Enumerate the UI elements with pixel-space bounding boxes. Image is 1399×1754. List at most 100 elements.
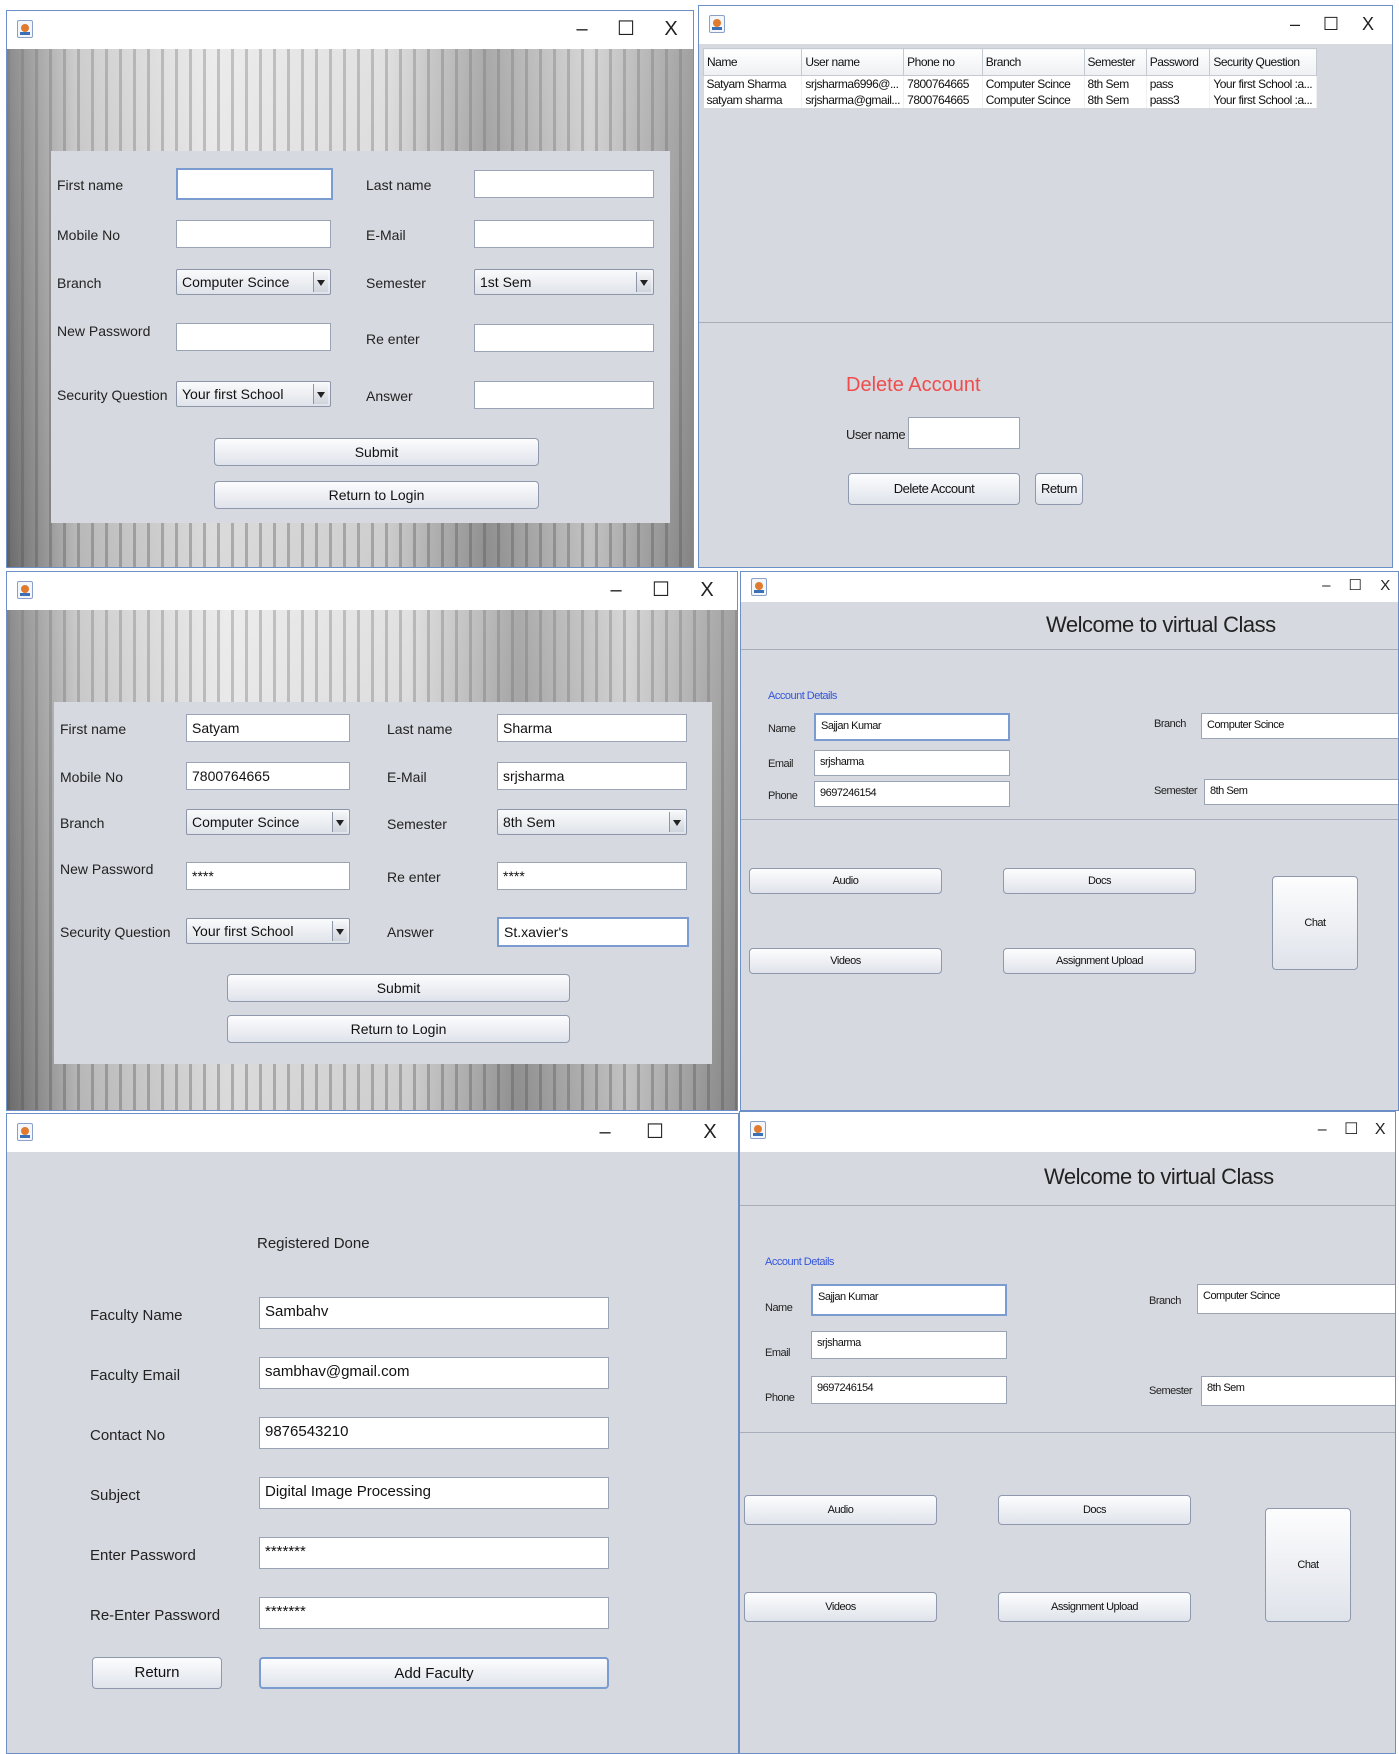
docs-button[interactable]: Docs <box>998 1495 1191 1525</box>
minimize-button[interactable]: – <box>568 17 596 41</box>
table-cell[interactable]: Your first School :a... <box>1209 75 1317 92</box>
last-name-field[interactable]: Sharma <box>497 714 687 742</box>
answer-field[interactable]: St.xavier's <box>497 917 689 947</box>
re-enter-field[interactable] <box>474 324 654 352</box>
semester-dropdown[interactable]: 1st Sem <box>474 269 654 295</box>
first-name-field[interactable] <box>176 168 333 200</box>
subject-field[interactable]: Digital Image Processing <box>259 1477 609 1509</box>
maximize-button[interactable]: ☐ <box>1317 12 1345 36</box>
videos-button[interactable]: Videos <box>749 948 942 974</box>
column-header[interactable]: Password <box>1145 48 1211 76</box>
table-cell[interactable]: pass3 <box>1146 92 1211 108</box>
table-cell[interactable]: satyam sharma <box>703 92 803 108</box>
branch-field[interactable]: Computer Scince <box>1197 1284 1395 1314</box>
admin-accounts-window: – ☐ X Name User name Phone no Branch Semeste… <box>698 5 1393 568</box>
close-button[interactable]: X <box>1354 12 1382 36</box>
close-button[interactable]: X <box>1371 574 1398 598</box>
table-cell[interactable]: Your first School :a... <box>1209 92 1317 108</box>
security-question-dropdown[interactable]: Your first School <box>176 381 331 407</box>
close-button[interactable]: X <box>693 578 721 602</box>
table-cell[interactable]: 8th Sem <box>1084 92 1147 108</box>
mobile-field[interactable] <box>176 220 331 248</box>
table-cell[interactable]: Computer Scince <box>982 92 1085 108</box>
answer-field[interactable] <box>474 381 654 409</box>
table-cell[interactable]: srjsharma@gmail... <box>801 92 905 108</box>
minimize-button[interactable]: – <box>591 1120 619 1144</box>
close-button[interactable]: X <box>696 1120 724 1144</box>
table-cell[interactable]: srjsharma6996@... <box>801 75 905 92</box>
security-question-dropdown[interactable]: Your first School <box>186 918 350 944</box>
table-cell[interactable]: Satyam Sharma <box>703 75 803 92</box>
phone-field[interactable]: 9697246154 <box>814 781 1010 807</box>
assignment-upload-button[interactable]: Assignment Upload <box>1003 948 1196 974</box>
table-cell[interactable]: 7800764665 <box>903 75 983 92</box>
return-to-login-button[interactable]: Return to Login <box>214 481 539 509</box>
add-faculty-button[interactable]: Add Faculty <box>259 1657 609 1689</box>
last-name-field[interactable] <box>474 170 654 198</box>
table-cell[interactable]: Computer Scince <box>982 75 1085 92</box>
table-cell[interactable]: pass <box>1146 75 1211 92</box>
delete-account-button[interactable]: Delete Account <box>848 473 1020 505</box>
contact-no-field[interactable]: 9876543210 <box>259 1417 609 1449</box>
maximize-button[interactable]: ☐ <box>647 578 675 602</box>
table-cell[interactable]: 7800764665 <box>903 92 983 108</box>
maximize-button[interactable]: ☐ <box>641 1120 669 1144</box>
audio-button[interactable]: Audio <box>749 868 942 894</box>
first-name-field[interactable]: Satyam <box>186 714 350 742</box>
email-field[interactable] <box>474 220 654 248</box>
re-enter-password-field[interactable]: ******* <box>259 1597 609 1629</box>
column-header[interactable]: Branch <box>981 48 1085 76</box>
column-header[interactable]: Security Question <box>1209 48 1317 76</box>
column-header[interactable]: User name <box>801 48 905 76</box>
submit-button[interactable]: Submit <box>227 974 570 1002</box>
table-row[interactable]: satyam sharma srjsharma@gmail... 780076466… <box>703 92 1317 108</box>
minimize-button[interactable]: – <box>1312 574 1340 598</box>
enter-password-field[interactable]: ******* <box>259 1537 609 1569</box>
column-header[interactable]: Phone no <box>903 48 983 76</box>
assignment-upload-button[interactable]: Assignment Upload <box>998 1592 1191 1622</box>
name-field[interactable]: Sajjan Kumar <box>811 1284 1007 1316</box>
username-field[interactable] <box>908 417 1020 449</box>
branch-dropdown[interactable]: Computer Scince <box>176 269 331 295</box>
close-button[interactable]: X <box>657 17 685 41</box>
table-cell[interactable]: 8th Sem <box>1084 75 1147 92</box>
docs-button[interactable]: Docs <box>1003 868 1196 894</box>
email-field[interactable]: srjsharma <box>814 750 1010 776</box>
re-enter-field[interactable]: **** <box>497 862 687 890</box>
phone-label: Phone <box>765 1392 795 1404</box>
chat-button[interactable]: Chat <box>1265 1508 1351 1622</box>
maximize-button[interactable]: ☐ <box>612 17 640 41</box>
faculty-email-field[interactable]: sambhav@gmail.com <box>259 1357 609 1389</box>
table-row[interactable]: Satyam Sharma srjsharma6996@... 7800764665… <box>703 75 1317 92</box>
videos-button[interactable]: Videos <box>744 1592 937 1622</box>
mobile-field[interactable]: 7800764665 <box>186 762 350 790</box>
return-button[interactable]: Return <box>1035 473 1083 505</box>
new-password-field[interactable] <box>176 323 331 351</box>
branch-field[interactable]: Computer Scince <box>1201 713 1398 739</box>
accounts-table[interactable]: Name User name Phone no Branch Semester Passw… <box>702 48 1317 108</box>
minimize-button[interactable]: – <box>1308 1118 1336 1142</box>
name-field[interactable]: Sajjan Kumar <box>814 713 1010 741</box>
minimize-button[interactable]: – <box>1281 12 1309 36</box>
email-field[interactable]: srjsharma <box>497 762 687 790</box>
new-password-field[interactable]: **** <box>186 862 350 890</box>
minimize-button[interactable]: – <box>602 578 630 602</box>
chat-button[interactable]: Chat <box>1272 876 1358 970</box>
phone-field[interactable]: 9697246154 <box>811 1376 1007 1404</box>
branch-dropdown[interactable]: Computer Scince <box>186 809 350 835</box>
maximize-button[interactable]: ☐ <box>1337 1118 1365 1142</box>
semester-field[interactable]: 8th Sem <box>1204 779 1398 805</box>
semester-field[interactable]: 8th Sem <box>1201 1376 1395 1406</box>
return-button[interactable]: Return <box>92 1657 222 1689</box>
maximize-button[interactable]: ☐ <box>1341 574 1369 598</box>
return-to-login-button[interactable]: Return to Login <box>227 1015 570 1043</box>
column-header[interactable]: Semester <box>1083 48 1147 76</box>
close-button[interactable]: X <box>1366 1118 1394 1142</box>
submit-button[interactable]: Submit <box>214 438 539 466</box>
faculty-name-field[interactable]: Sambahv <box>259 1297 609 1329</box>
audio-button[interactable]: Audio <box>744 1495 937 1525</box>
header-divider <box>740 1205 1395 1206</box>
semester-dropdown[interactable]: 8th Sem <box>497 809 687 835</box>
column-header[interactable]: Name <box>702 48 803 76</box>
email-field[interactable]: srjsharma <box>811 1331 1007 1359</box>
